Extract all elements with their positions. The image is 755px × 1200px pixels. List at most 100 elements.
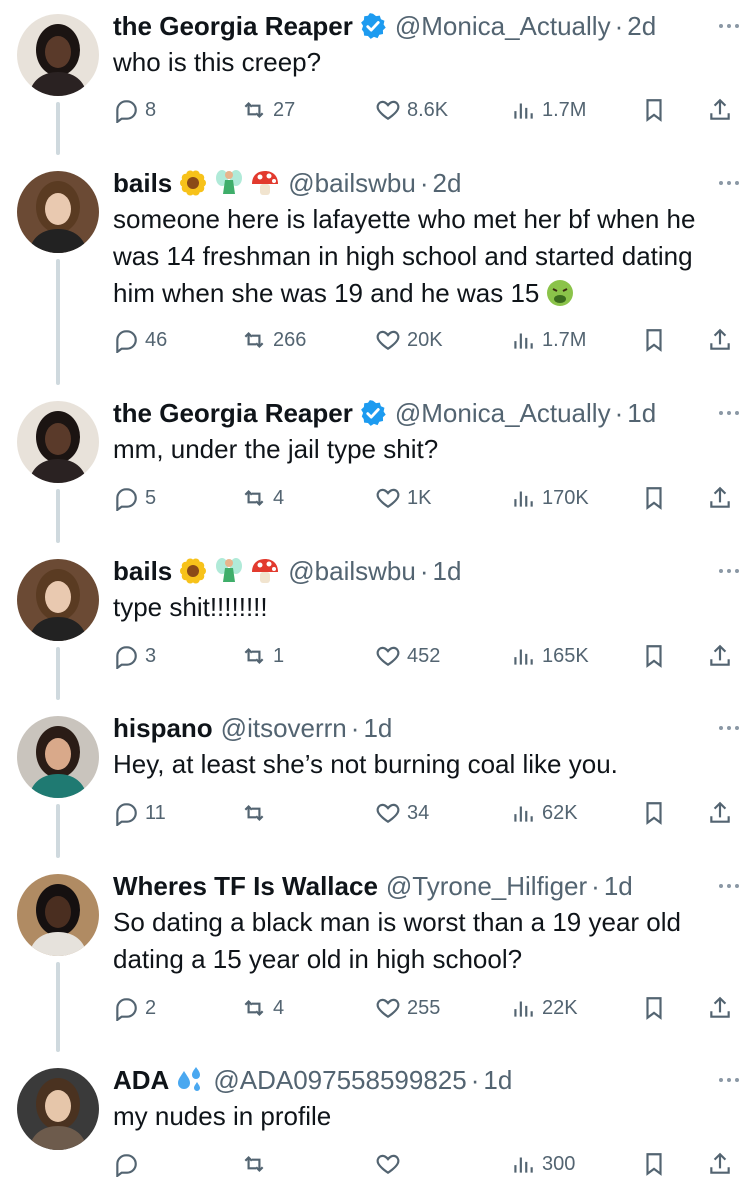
bookmark-button[interactable] xyxy=(641,990,667,1026)
reply-button[interactable]: 3 xyxy=(113,638,156,674)
display-name[interactable]: Wheres TF Is Wallace xyxy=(113,868,378,904)
reply-button[interactable]: 46 xyxy=(113,322,167,358)
views-button[interactable]: 62K xyxy=(510,795,578,831)
retweet-button[interactable]: 4 xyxy=(241,480,284,516)
display-name[interactable]: the Georgia Reaper xyxy=(113,395,353,431)
user-handle[interactable]: @ADA097558599825 xyxy=(213,1062,466,1098)
more-options-icon[interactable] xyxy=(719,8,739,44)
share-button[interactable] xyxy=(707,322,733,358)
like-button[interactable]: 8.6K xyxy=(375,92,448,128)
share-button[interactable] xyxy=(707,480,733,516)
tweet-text: mm, under the jail type shit? xyxy=(113,431,735,468)
thread-connector-line xyxy=(56,962,60,1052)
reply-button[interactable]: 2 xyxy=(113,990,156,1026)
like-button[interactable]: 20K xyxy=(375,322,443,358)
tweet-text-content: my nudes in profile xyxy=(113,1101,332,1131)
avatar[interactable] xyxy=(17,874,99,956)
retweet-button[interactable] xyxy=(241,1146,273,1182)
tweet-timestamp[interactable]: 1d xyxy=(627,395,656,431)
bookmark-button[interactable] xyxy=(641,1146,667,1182)
more-options-icon[interactable] xyxy=(719,868,739,904)
avatar[interactable] xyxy=(17,1068,99,1150)
avatar[interactable] xyxy=(17,559,99,641)
heart-icon xyxy=(376,488,400,508)
views-button[interactable]: 170K xyxy=(510,480,589,516)
views-bar-chart-icon xyxy=(514,1001,533,1017)
tweet-timestamp[interactable]: 2d xyxy=(432,165,461,201)
more-options-icon[interactable] xyxy=(719,1062,739,1098)
reply-count: 11 xyxy=(145,801,166,824)
retweet-button[interactable]: 27 xyxy=(241,92,295,128)
display-name[interactable]: the Georgia Reaper xyxy=(113,8,353,44)
avatar[interactable] xyxy=(17,171,99,253)
tweet-timestamp[interactable]: 1d xyxy=(483,1062,512,1098)
tweet-timestamp[interactable]: 1d xyxy=(363,710,392,746)
views-button[interactable]: 300 xyxy=(510,1146,575,1182)
retweet-button[interactable]: 4 xyxy=(241,990,284,1026)
reply-button[interactable] xyxy=(113,1146,145,1182)
share-button[interactable] xyxy=(707,638,733,674)
bookmark-button[interactable] xyxy=(641,92,667,128)
separator-dot: · xyxy=(614,398,624,428)
user-handle[interactable]: @Monica_Actually xyxy=(395,8,611,44)
display-name[interactable]: hispano xyxy=(113,710,213,746)
retweet-button[interactable] xyxy=(241,795,273,831)
user-handle[interactable]: @itsoverrn xyxy=(221,710,347,746)
bookmark-button[interactable] xyxy=(641,480,667,516)
share-icon xyxy=(710,486,730,508)
share-button[interactable] xyxy=(707,1146,733,1182)
like-button[interactable] xyxy=(375,1146,407,1182)
heart-icon xyxy=(376,646,400,666)
avatar[interactable] xyxy=(17,14,99,96)
user-handle[interactable]: @bailswbu xyxy=(288,553,416,589)
retweet-button[interactable]: 1 xyxy=(241,638,284,674)
nauseated-face-icon xyxy=(547,280,574,306)
views-button[interactable]: 22K xyxy=(510,990,578,1026)
share-button[interactable] xyxy=(707,990,733,1026)
share-icon xyxy=(710,1152,730,1174)
like-button[interactable]: 255 xyxy=(375,990,440,1026)
like-button[interactable]: 452 xyxy=(375,638,440,674)
bookmark-button[interactable] xyxy=(641,638,667,674)
tweet-timestamp[interactable]: 2d xyxy=(627,8,656,44)
retweet-count: 4 xyxy=(273,996,285,1019)
separator-dot: · xyxy=(419,556,429,586)
share-button[interactable] xyxy=(707,92,733,128)
display-name[interactable]: ADA xyxy=(113,1062,169,1098)
reply-icon xyxy=(116,330,137,353)
like-button[interactable]: 1K xyxy=(375,480,431,516)
more-options-icon[interactable] xyxy=(719,395,739,431)
like-count: 255 xyxy=(407,996,441,1019)
avatar[interactable] xyxy=(17,716,99,798)
display-name[interactable]: bails xyxy=(113,553,172,589)
views-bar-chart-icon xyxy=(514,806,533,822)
bookmark-icon xyxy=(646,997,662,1020)
retweet-count: 266 xyxy=(273,328,307,351)
user-handle[interactable]: @Tyrone_Hilfiger xyxy=(386,868,587,904)
bookmark-button[interactable] xyxy=(641,322,667,358)
tweet-text-content: who is this creep? xyxy=(113,47,322,77)
like-button[interactable]: 34 xyxy=(375,795,429,831)
reply-button[interactable]: 8 xyxy=(113,92,156,128)
heart-icon xyxy=(376,100,400,120)
display-name[interactable]: bails xyxy=(113,165,172,201)
tweet-timestamp[interactable]: 1d xyxy=(604,868,633,904)
bookmark-button[interactable] xyxy=(641,795,667,831)
more-options-icon[interactable] xyxy=(719,553,739,589)
tweet-header: ADA @ADA097558599825 · 1d xyxy=(113,1062,512,1098)
tweet-timestamp[interactable]: 1d xyxy=(432,553,461,589)
user-handle[interactable]: @bailswbu xyxy=(288,165,416,201)
reply-button[interactable]: 11 xyxy=(113,795,166,831)
share-button[interactable] xyxy=(707,795,733,831)
avatar[interactable] xyxy=(17,401,99,483)
more-options-icon[interactable] xyxy=(719,165,739,201)
user-handle[interactable]: @Monica_Actually xyxy=(395,395,611,431)
mushroom-icon xyxy=(252,171,279,195)
more-options-icon[interactable] xyxy=(719,710,739,746)
retweet-button[interactable]: 266 xyxy=(241,322,306,358)
separator-dot: · xyxy=(350,713,360,743)
views-button[interactable]: 1.7M xyxy=(510,92,586,128)
views-button[interactable]: 165K xyxy=(510,638,589,674)
reply-button[interactable]: 5 xyxy=(113,480,156,516)
views-button[interactable]: 1.7M xyxy=(510,322,586,358)
